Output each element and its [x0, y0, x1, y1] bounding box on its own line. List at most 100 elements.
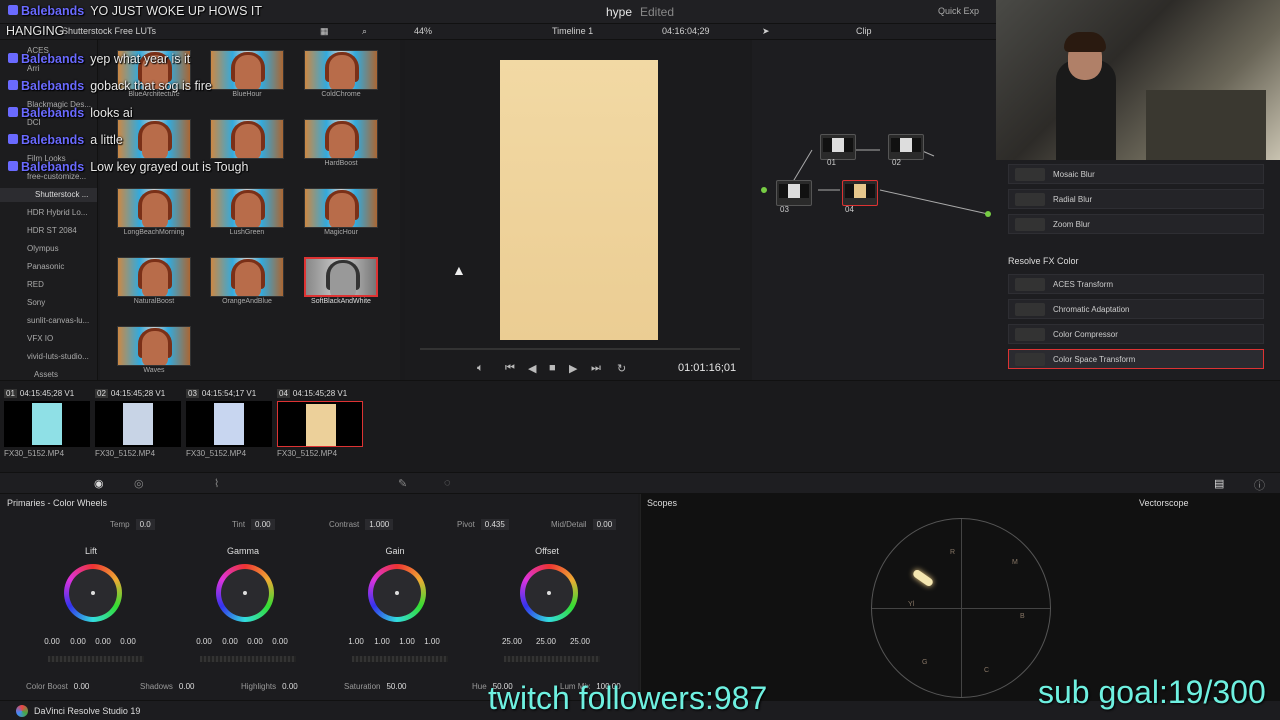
lut-thumbnail[interactable]: BlueHour [202, 50, 292, 98]
vectorscope-graticule: R M Yl B G C [871, 518, 1051, 698]
clip-thumbnail-selected[interactable]: 04 04:15:45;28 V1 FX30_5152.MP4 [277, 389, 367, 458]
clip-thumbnail[interactable]: 03 04:15:54;17 V1 FX30_5152.MP4 [186, 389, 276, 458]
window-icon[interactable]: ◌ [444, 477, 451, 489]
lut-thumbnail-selected[interactable]: SoftBlackAndWhite [296, 257, 386, 305]
scopes-icon[interactable]: ▤ [1214, 477, 1224, 490]
scope-mode-select[interactable]: Vectorscope [1139, 498, 1189, 508]
tree-item[interactable]: Assets [34, 370, 58, 379]
node-01[interactable] [820, 134, 856, 160]
search-icon[interactable]: ⌕ [362, 26, 367, 37]
fx-item-selected[interactable]: Color Space Transform [1008, 349, 1264, 369]
contrast-field[interactable]: Contrast 1.000 [329, 519, 394, 530]
saturation-field[interactable]: Saturation 50.00 [344, 682, 407, 691]
primaries-bars-icon[interactable]: ◎ [134, 477, 144, 490]
zoom-level[interactable]: 44% [414, 26, 432, 36]
viewer-timecode: 04:16:04;29 [662, 26, 710, 36]
skip-back-icon[interactable]: ⏮︎ [505, 362, 515, 375]
scrub-bar[interactable] [420, 348, 740, 350]
scopes-panel: Scopes Vectorscope R M Yl B G C [640, 494, 1280, 700]
lift-wheel[interactable]: Lift 0.00 0.00 0.00 0.00 [36, 546, 146, 676]
lut-thumbnail[interactable]: HardBoost [296, 119, 386, 167]
play-icon[interactable]: ▶ [569, 362, 577, 375]
chat-message: Balebands Low key grayed out is Tough [8, 160, 248, 174]
loop-icon[interactable]: ↻ [617, 362, 626, 375]
viewer: ▲ 🔈︎ ⏮︎ ◀ ■ ▶ ⏭︎ ↻ 01:01:16;01 [405, 40, 750, 380]
node-03[interactable] [776, 180, 812, 206]
gamma-wheel[interactable]: Gamma 0.00 0.00 0.00 0.00 [188, 546, 298, 676]
tint-field[interactable]: Tint 0.00 [232, 519, 275, 530]
playhead-timecode: 01:01:16;01 [678, 362, 737, 374]
temp-field[interactable]: Temp 0.0 [110, 519, 155, 530]
lut-thumbnail[interactable]: Waves [109, 326, 199, 374]
scopes-title: Scopes [647, 498, 678, 508]
play-reverse-icon[interactable]: ◀ [528, 362, 536, 375]
target-label: R [950, 549, 956, 556]
resolve-logo-icon [16, 705, 28, 717]
lut-thumbnail[interactable]: ColdChrome [296, 50, 386, 98]
fx-item[interactable]: Chromatic Adaptation [1008, 299, 1264, 319]
skip-forward-icon[interactable]: ⏭︎ [591, 362, 601, 375]
offset-wheel[interactable]: Offset 25.00 25.00 25.00 [492, 546, 602, 676]
target-label: Yl [908, 601, 915, 608]
follower-count: twitch followers:987 [488, 680, 768, 716]
quick-export-button[interactable]: Quick Exp [938, 6, 979, 16]
color-wheels-icon[interactable]: ◉ [94, 477, 104, 490]
tree-item[interactable]: VFX IO [27, 334, 53, 343]
tree-item[interactable]: HDR ST 2084 [27, 226, 77, 235]
middetail-field[interactable]: Mid/Detail 0.00 [551, 519, 617, 530]
tree-item-selected[interactable]: Shutterstock ... [0, 188, 97, 202]
tree-item[interactable]: HDR Hybrid Lo... [27, 208, 87, 217]
highlights-field[interactable]: Highlights 0.00 [241, 682, 298, 691]
node-label: 01 [827, 158, 836, 167]
clip-thumbnail[interactable]: 02 04:15:45;28 V1 FX30_5152.MP4 [95, 389, 185, 458]
chat-message: HANGING [6, 24, 65, 38]
lut-thumbnail[interactable]: LushGreen [202, 188, 292, 236]
shadows-field[interactable]: Shadows 0.00 [140, 682, 195, 691]
effects-library: Mosaic Blur Radial Blur Zoom Blur Resolv… [1000, 160, 1280, 380]
node-04[interactable] [842, 180, 878, 206]
fx-item[interactable]: ACES Transform [1008, 274, 1264, 294]
fx-item[interactable]: Zoom Blur [1008, 214, 1264, 234]
lut-library-title: Shutterstock Free LUTs [62, 26, 157, 36]
curves-icon[interactable]: ⌇ [214, 477, 219, 490]
grid-view-icon[interactable]: ▦ [320, 26, 329, 37]
stop-icon[interactable]: ■ [549, 362, 556, 374]
chat-message: Balebands goback that sog is fire [8, 79, 212, 93]
lut-thumbnail[interactable]: NaturalBoost [109, 257, 199, 305]
info-icon[interactable]: ⓘ [1254, 477, 1265, 493]
fx-item[interactable]: Color Compressor [1008, 324, 1264, 344]
lut-thumbnail[interactable] [202, 119, 292, 160]
lut-thumbnail[interactable]: LongBeachMorning [109, 188, 199, 236]
mouse-cursor-icon: ▲ [452, 262, 466, 278]
chat-message: Balebands yep what year is it [8, 52, 190, 66]
timeline-selector[interactable]: Timeline 1 [552, 26, 593, 36]
webcam-overlay [996, 0, 1280, 160]
tree-item[interactable]: Sony [27, 298, 45, 307]
fx-item[interactable]: Mosaic Blur [1008, 164, 1264, 184]
tree-item[interactable]: Panasonic [27, 262, 64, 271]
volume-icon[interactable]: 🔈︎ [477, 362, 484, 375]
target-label: C [984, 667, 990, 674]
tree-item[interactable]: vivid-luts-studio... [27, 352, 89, 361]
tree-item[interactable]: RED [27, 280, 44, 289]
qualifier-icon[interactable]: ✎ [398, 477, 407, 490]
project-title: hype Edited [605, 5, 675, 19]
primaries-panel: Primaries - Color Wheels Temp 0.0 Tint 0.0… [0, 494, 638, 700]
fx-item[interactable]: Radial Blur [1008, 189, 1264, 209]
fx-section-title[interactable]: Resolve FX Color [1008, 256, 1079, 266]
clip-selector[interactable]: Clip [856, 26, 872, 36]
lut-thumbnail[interactable]: OrangeAndBlue [202, 257, 292, 305]
pivot-field[interactable]: Pivot 0.435 [457, 519, 509, 530]
panel-title: Primaries - Color Wheels [7, 498, 108, 508]
viewer-frame[interactable] [500, 60, 658, 340]
tree-item[interactable]: Olympus [27, 244, 59, 253]
color-boost-field[interactable]: Color Boost 0.00 [26, 682, 89, 691]
tree-item[interactable]: sunlit-canvas-lu... [27, 316, 89, 325]
gain-wheel[interactable]: Gain 1.00 1.00 1.00 1.00 [340, 546, 450, 676]
vectorscope-trace [911, 568, 935, 588]
lut-thumbnail[interactable]: MagicHour [296, 188, 386, 236]
node-graph: 01 02 03 04 [752, 40, 1000, 380]
clip-thumbnail[interactable]: 01 04:15:45;28 V1 FX30_5152.MP4 [4, 389, 94, 458]
pointer-icon[interactable]: ➤ [762, 26, 770, 37]
node-02[interactable] [888, 134, 924, 160]
